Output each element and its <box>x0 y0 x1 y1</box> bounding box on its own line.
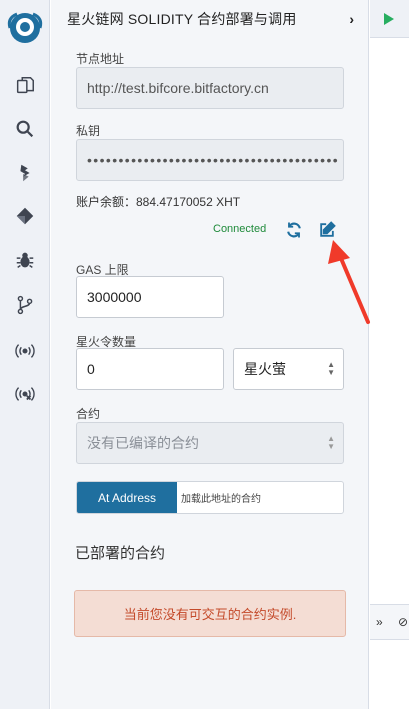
at-address-input[interactable]: 加载此地址的合约 <box>177 482 343 513</box>
no-instances-alert: 当前您没有可交互的合约实例. <box>74 590 346 637</box>
editor-tab-bar <box>370 0 409 38</box>
token-amount-input[interactable]: 0 <box>76 348 224 390</box>
connection-status: Connected <box>213 223 267 235</box>
contract-select-value: 没有已编译的合约 <box>87 435 199 451</box>
contract-select[interactable]: 没有已编译的合约 ▲ ▼ <box>76 422 344 464</box>
compile-icon[interactable] <box>13 161 37 185</box>
refresh-icon[interactable] <box>283 219 305 241</box>
at-address-row: At Address 加载此地址的合约 <box>76 481 344 514</box>
private-key-value: •••••••••••••••••••••••••••••••••••••••• <box>87 152 340 168</box>
node-address-label: 节点地址 <box>76 52 125 66</box>
git-icon[interactable] <box>13 293 37 317</box>
debug-icon[interactable] <box>13 248 37 272</box>
token-unit-select[interactable]: 星火萤 ▲ ▼ <box>233 348 344 390</box>
double-chevron-down-icon[interactable]: » <box>376 615 383 629</box>
private-key-label: 私钥 <box>76 124 101 138</box>
at-address-button[interactable]: At Address <box>77 482 177 513</box>
token-unit-value: 星火萤 <box>244 361 286 377</box>
node-address-field[interactable]: http://test.bifcore.bitfactory.cn <box>76 67 344 109</box>
editor-area: » ⊘ <box>370 0 409 709</box>
gas-limit-input[interactable]: 3000000 <box>76 276 224 318</box>
search-icon[interactable] <box>13 117 37 141</box>
app-logo[interactable] <box>5 8 45 48</box>
activity-bar <box>0 0 50 709</box>
edit-icon[interactable] <box>316 219 338 241</box>
deploy-icon[interactable] <box>13 204 37 228</box>
file-explorer-icon[interactable] <box>13 74 37 98</box>
broadcast-icon[interactable] <box>13 339 37 363</box>
broadcast-remove-icon[interactable] <box>13 382 37 406</box>
run-icon[interactable] <box>384 13 394 25</box>
terminal-bar: » ⊘ <box>370 604 409 640</box>
panel-title: 星火链网 SOLIDITY 合约部署与调用 <box>67 11 297 27</box>
panel-header: 星火链网 SOLIDITY 合约部署与调用 › <box>51 0 368 38</box>
clear-icon[interactable]: ⊘ <box>398 615 408 629</box>
deploy-run-panel: 星火链网 SOLIDITY 合约部署与调用 › 节点地址 http://test… <box>51 0 369 709</box>
account-balance: 账户余额：884.47170052 XHT <box>76 195 241 209</box>
contract-label: 合约 <box>76 407 101 421</box>
deployed-contracts-title: 已部署的合约 <box>75 545 166 562</box>
chevron-right-icon[interactable]: › <box>349 11 354 27</box>
private-key-field[interactable]: •••••••••••••••••••••••••••••••••••••••• <box>76 139 344 181</box>
select-arrows-icon: ▲ ▼ <box>327 434 335 451</box>
select-arrows-icon: ▲ ▼ <box>327 360 335 377</box>
